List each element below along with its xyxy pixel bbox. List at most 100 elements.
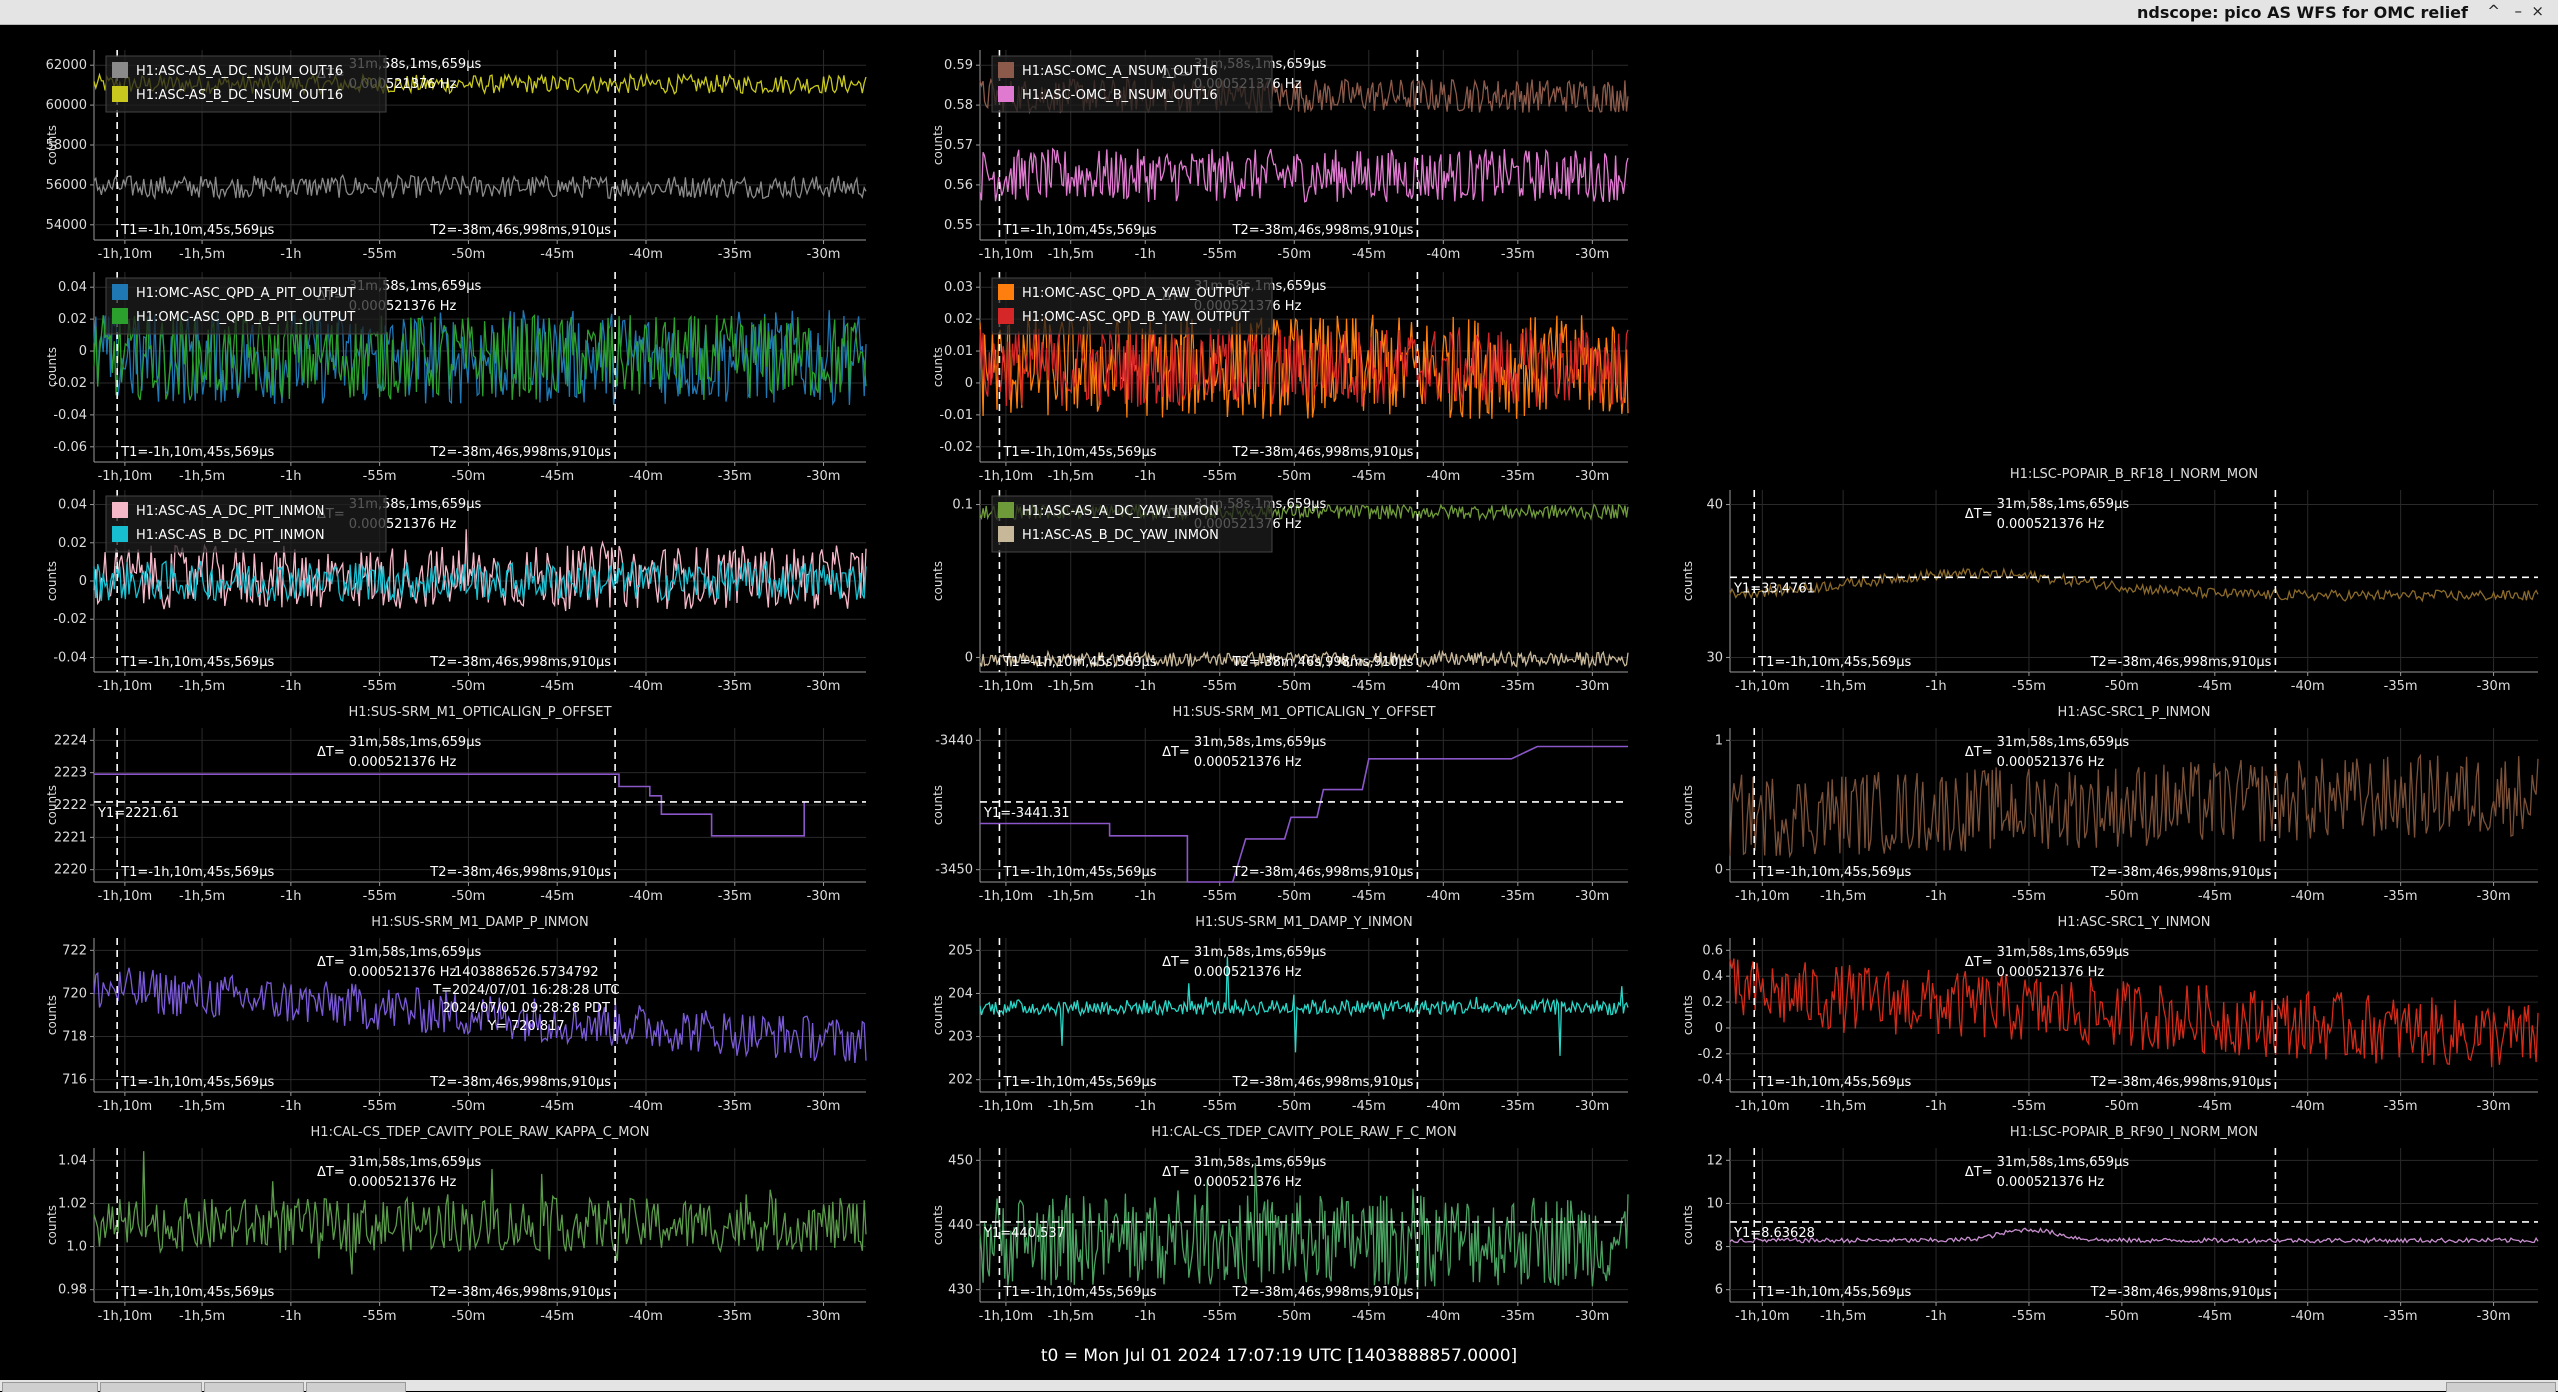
- y-axis-label: counts: [45, 347, 59, 387]
- y-tick-label: 0.6: [1702, 943, 1723, 958]
- hover-readout: 2024/07/01 09:28:28 PDT: [443, 1001, 610, 1016]
- y-tick-label: 1: [1715, 733, 1723, 748]
- x-tick-label: -45m: [1352, 469, 1386, 484]
- x-tick-label: -45m: [1352, 247, 1386, 262]
- delta-t-value: 31m,58s,1ms,659μs: [1997, 497, 2130, 512]
- x-tick-label: -1h,10m: [979, 1309, 1034, 1324]
- legend-swatch: [112, 502, 128, 518]
- x-tick-label: -35m: [1501, 889, 1535, 904]
- x-tick-label: -1h: [1135, 1309, 1156, 1324]
- x-tick-label: -55m: [1203, 889, 1237, 904]
- plot-omc-nsum-a-b: 0.59 0.58 0.57 0.56 0.55 counts -1h,10m -1h,5m -…: [931, 50, 1629, 262]
- t2-label: T2=-38m,46s,998ms,910μs: [2090, 655, 2272, 670]
- x-tick-label: -40m: [629, 679, 663, 694]
- x-tick-label: -30m: [807, 1309, 841, 1324]
- x-tick-label: -50m: [1277, 1309, 1311, 1324]
- y-axis-label: counts: [931, 125, 945, 165]
- y-tick-label: 8: [1715, 1240, 1723, 1255]
- y-tick-label: 0.01: [944, 344, 973, 359]
- x-tick-label: -1h: [1925, 1309, 1946, 1324]
- x-tick-label: -1h,5m: [1048, 1309, 1094, 1324]
- series-trace: [1729, 1227, 2539, 1244]
- y-tick-label: 10: [1706, 1196, 1723, 1211]
- plot-title: H1:CAL-CS_TDEP_CAVITY_POLE_RAW_KAPPA_C_M…: [311, 1125, 650, 1140]
- x-tick-label: -30m: [807, 247, 841, 262]
- y-tick-label: 204: [948, 986, 973, 1001]
- legend-swatch: [112, 62, 128, 78]
- delta-t-value: 31m,58s,1ms,659μs: [1997, 735, 2130, 750]
- y-axis-label: counts: [45, 561, 59, 601]
- x-tick-label: -30m: [2477, 679, 2511, 694]
- x-tick-label: -1h,10m: [98, 469, 153, 484]
- y-tick-label: 12: [1706, 1153, 1723, 1168]
- x-tick-label: -1h,5m: [1048, 469, 1094, 484]
- y-tick-label: 202: [948, 1073, 973, 1088]
- y-tick-label: 1.04: [58, 1153, 87, 1168]
- plot-title: H1:SUS-SRM_M1_DAMP_P_INMON: [371, 915, 588, 930]
- x-tick-label: -40m: [2291, 1309, 2325, 1324]
- legend-entry: H1:ASC-AS_A_DC_PIT_INMON: [136, 504, 325, 519]
- x-tick-label: -30m: [807, 889, 841, 904]
- y-tick-label: 0.02: [944, 312, 973, 327]
- t2-label: T2=-38m,46s,998ms,910μs: [429, 223, 611, 238]
- y-tick-label: 203: [948, 1030, 973, 1045]
- y-tick-label: 2223: [54, 766, 87, 781]
- t2-label: T2=-38m,46s,998ms,910μs: [1232, 655, 1414, 670]
- x-tick-label: -40m: [1426, 1099, 1460, 1114]
- legend-swatch: [998, 86, 1014, 102]
- x-tick-label: -50m: [451, 247, 485, 262]
- plot-qpd-yaw: 0.03 0.02 0.01 0 -0.01 -0.02 counts -1h,10m -1h,…: [931, 272, 1629, 484]
- x-tick-label: -1h: [1135, 889, 1156, 904]
- delta-t-label: ΔT=: [1965, 955, 1993, 970]
- series-trace: [980, 745, 1628, 883]
- t1-label: T1=-1h,10m,45s,569μs: [120, 1285, 274, 1300]
- x-tick-label: -40m: [1426, 247, 1460, 262]
- x-tick-label: -1h,5m: [1048, 679, 1094, 694]
- x-tick-label: -1h: [280, 247, 301, 262]
- x-tick-label: -1h,5m: [1048, 889, 1094, 904]
- x-tick-label: -40m: [1426, 469, 1460, 484]
- y-tick-label: 716: [62, 1073, 87, 1088]
- x-tick-label: -40m: [1426, 1309, 1460, 1324]
- x-tick-label: -40m: [1426, 889, 1460, 904]
- plot-f-c: 450 440 430 counts -1h,10m -1h,5m -1h -55m -50m -…: [931, 1125, 1629, 1324]
- x-tick-label: -1h,5m: [1820, 889, 1866, 904]
- t1-label: T1=-1h,10m,45s,569μs: [1002, 865, 1156, 880]
- legend-swatch: [112, 526, 128, 542]
- x-tick-label: -55m: [363, 247, 397, 262]
- x-tick-label: -40m: [629, 469, 663, 484]
- x-tick-label: -1h: [280, 679, 301, 694]
- x-tick-label: -35m: [1501, 469, 1535, 484]
- y-tick-label: 0.04: [58, 498, 87, 513]
- t2-label: T2=-38m,46s,998ms,910μs: [1232, 445, 1414, 460]
- y-tick-label: -0.02: [939, 440, 973, 455]
- x-tick-label: -1h: [1135, 469, 1156, 484]
- y1-label: Y1=2221.61: [97, 806, 179, 821]
- plot-popair-rf90: 12 10 8 6 counts -1h,10m -1h,5m -1h -55m -50m -45m…: [1681, 1125, 2539, 1324]
- y-axis-label: counts: [45, 995, 59, 1035]
- x-tick-label: -30m: [1575, 1309, 1609, 1324]
- t1-label: T1=-1h,10m,45s,569μs: [120, 223, 274, 238]
- legend-swatch: [998, 284, 1014, 300]
- y-axis-label: counts: [931, 347, 945, 387]
- x-tick-label: -30m: [1575, 247, 1609, 262]
- plot-srm-damp-p: 722 720 718 716 counts -1h,10m -1h,5m -1h -55m -5…: [45, 915, 867, 1114]
- legend-entry: H1:ASC-AS_A_DC_NSUM_OUT16: [136, 64, 343, 79]
- plot-grid[interactable]: 6200060000580005600054000counts-1h,10m -1…: [0, 0, 2558, 1391]
- x-tick-label: -1h: [280, 889, 301, 904]
- delta-f-value: 0.000521376 Hz: [1194, 755, 1302, 770]
- x-tick-label: -35m: [1501, 1099, 1535, 1114]
- x-tick-label: -1h: [280, 1099, 301, 1114]
- x-tick-label: -50m: [2105, 1099, 2139, 1114]
- y-tick-label: 2224: [54, 733, 87, 748]
- y-tick-label: 0: [79, 344, 87, 359]
- x-tick-label: -30m: [1575, 469, 1609, 484]
- y-tick-label: 0.02: [58, 312, 87, 327]
- y-tick-label: 205: [948, 943, 973, 958]
- x-tick-label: -50m: [1277, 679, 1311, 694]
- x-tick-label: -40m: [2291, 1099, 2325, 1114]
- x-tick-label: -1h,10m: [1735, 1099, 1790, 1114]
- legend-entry: H1:OMC-ASC_QPD_B_PIT_OUTPUT: [136, 310, 355, 325]
- y-axis-label: counts: [45, 125, 59, 165]
- legend-entry: H1:ASC-AS_B_DC_NSUM_OUT16: [136, 88, 343, 103]
